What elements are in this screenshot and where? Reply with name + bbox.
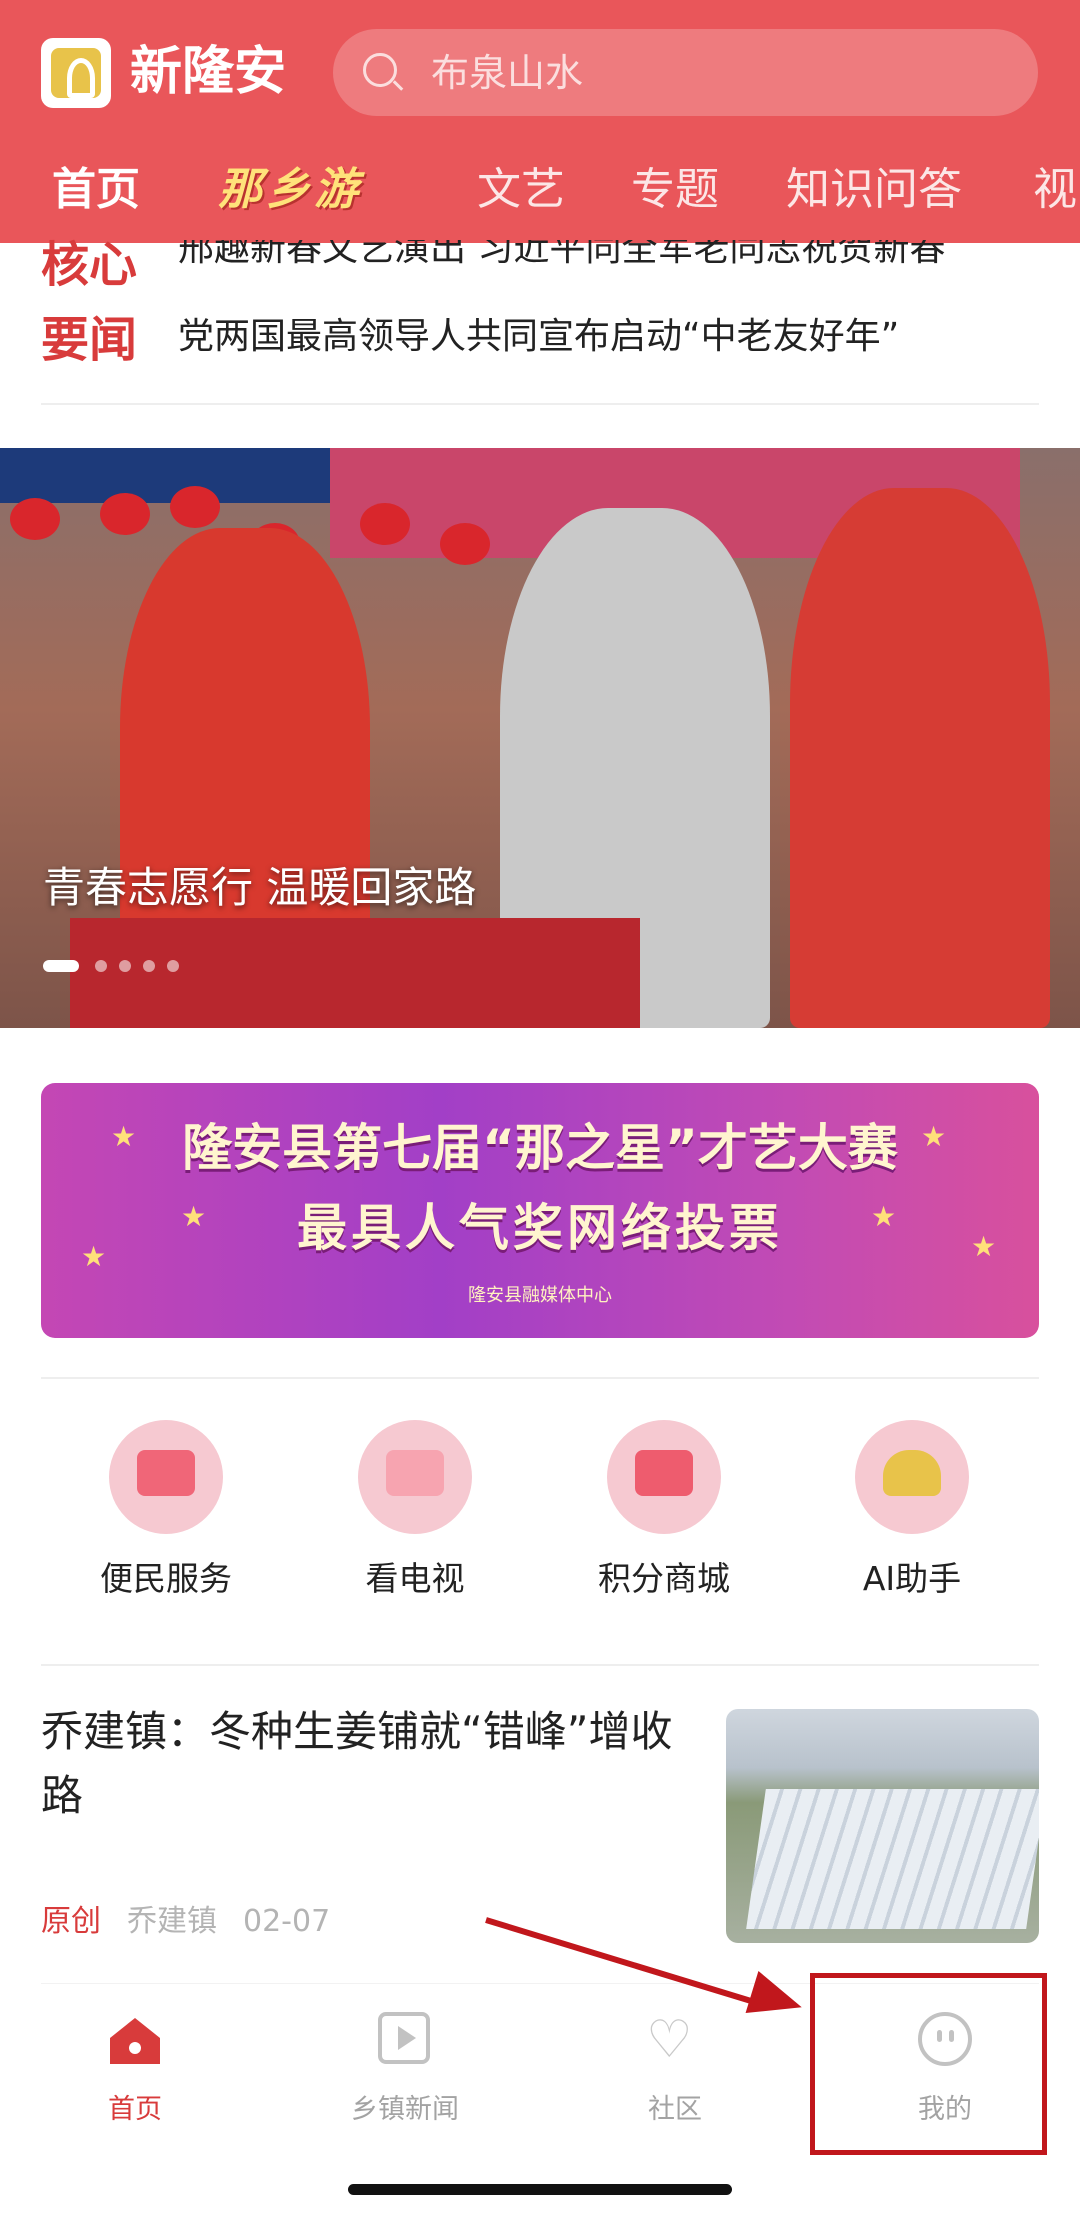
- home-indicator[interactable]: [348, 2184, 732, 2195]
- promo-title: 隆安县第七届“那之星”才艺大赛: [182, 1119, 898, 1177]
- ai-assistant-icon: [855, 1420, 969, 1534]
- search-bar[interactable]: 布泉山水: [333, 29, 1038, 116]
- divider: [41, 1377, 1039, 1379]
- service-points-mall[interactable]: 积分商城: [574, 1420, 754, 1620]
- service-convenience[interactable]: 便民服务: [76, 1420, 256, 1620]
- tab-zhuanti[interactable]: 专题: [631, 160, 719, 220]
- photo-carousel[interactable]: 青春志愿行 温暖回家路: [0, 448, 1080, 1028]
- tv-icon: [358, 1420, 472, 1534]
- play-icon: [376, 2010, 434, 2068]
- carousel-caption: 青春志愿行 温暖回家路: [43, 863, 477, 912]
- heart-icon: ♡: [646, 2010, 693, 2070]
- home-icon: [106, 2010, 164, 2068]
- divider: [41, 1664, 1039, 1666]
- headline-item[interactable]: 党两国最高领导人共同宣布启动“中老友好年”: [178, 312, 1038, 362]
- app-title: 新隆安: [130, 42, 287, 102]
- search-placeholder: 布泉山水: [431, 51, 584, 95]
- nav-community[interactable]: ♡ 社区: [580, 2000, 770, 2140]
- service-icon: [109, 1420, 223, 1534]
- service-ai-assistant[interactable]: AI助手: [822, 1420, 1002, 1620]
- annotation-highlight-box: [810, 1973, 1047, 2155]
- channel-tabs: 首页 那乡游 文艺 专题 知识问答 视: [0, 150, 1080, 230]
- promo-subtitle: 最具人气奖网络投票: [297, 1199, 783, 1257]
- article-source: 乔建镇: [127, 1904, 217, 1939]
- shop-icon: [607, 1420, 721, 1534]
- original-tag: 原创: [41, 1904, 101, 1939]
- tab-knowledge-qa[interactable]: 知识问答: [786, 160, 962, 220]
- search-icon: [363, 53, 397, 87]
- article-thumbnail[interactable]: [726, 1709, 1039, 1943]
- headline-item[interactable]: 邢趣新春文艺演出 习近平同全军老同志祝贺新春: [178, 240, 1038, 266]
- promo-banner[interactable]: ★ ★ ★ ★ ★ ★ 隆安县第七届“那之星”才艺大赛 最具人气奖网络投票 隆安…: [41, 1083, 1039, 1338]
- article-meta: 原创 乔建镇 02-07: [41, 1900, 330, 1944]
- promo-credit: 隆安县融媒体中心: [468, 1285, 612, 1306]
- tab-home[interactable]: 首页: [52, 160, 140, 220]
- divider: [41, 403, 1039, 405]
- tab-naxiangyou[interactable]: 那乡游: [218, 160, 362, 220]
- tab-video[interactable]: 视: [1033, 160, 1077, 220]
- service-tv[interactable]: 看电视: [325, 1420, 505, 1620]
- article-title[interactable]: 乔建镇：冬种生姜铺就“错峰”增收路: [41, 1700, 701, 1828]
- app-logo: [41, 38, 111, 108]
- app-header: 新隆安 布泉山水 首页 那乡游 文艺 专题 知识问答 视: [0, 0, 1080, 243]
- tab-wenyi[interactable]: 文艺: [477, 160, 565, 220]
- article-date: 02-07: [243, 1904, 331, 1939]
- nav-home[interactable]: 首页: [40, 2000, 230, 2140]
- nav-township-news[interactable]: 乡镇新闻: [310, 2000, 500, 2140]
